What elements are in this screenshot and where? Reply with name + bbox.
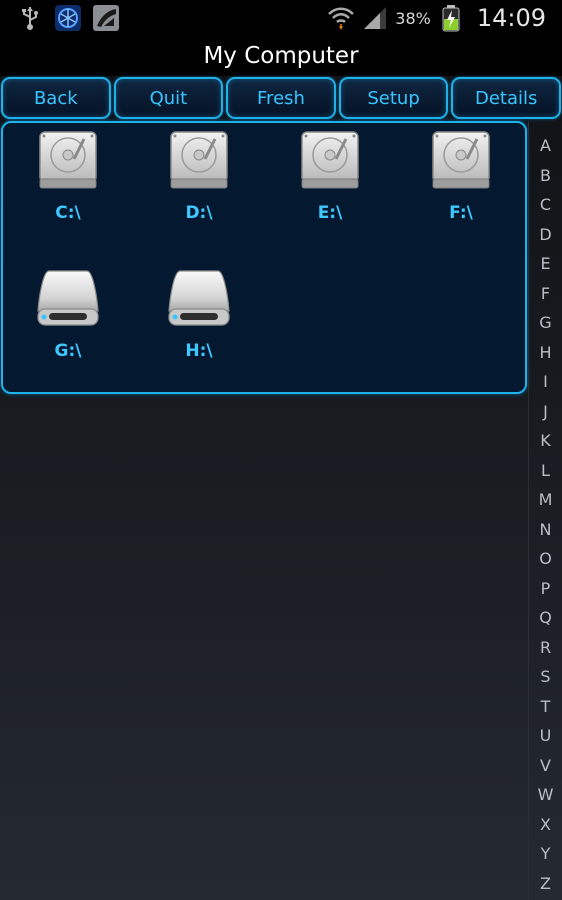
index-letter-z[interactable]: Z xyxy=(529,869,562,899)
index-letter-b[interactable]: B xyxy=(529,161,562,191)
details-button[interactable]: Details xyxy=(451,77,561,119)
removable-drive-icon xyxy=(35,267,101,335)
drive-panel: C:\ D:\ E:\ F:\ G:\ H:\ xyxy=(1,121,527,394)
alphabet-index: ABCDEFGHIJKLMNOPQRSTUVWXYZ xyxy=(528,121,562,900)
index-letter-j[interactable]: J xyxy=(529,397,562,427)
index-letter-d[interactable]: D xyxy=(529,220,562,250)
index-letter-y[interactable]: Y xyxy=(529,839,562,869)
index-letter-k[interactable]: K xyxy=(529,426,562,456)
index-letter-q[interactable]: Q xyxy=(529,603,562,633)
battery-percent: 38% xyxy=(395,8,431,28)
index-letter-g[interactable]: G xyxy=(529,308,562,338)
fresh-button[interactable]: Fresh xyxy=(226,77,336,119)
index-letter-v[interactable]: V xyxy=(529,751,562,781)
setup-button[interactable]: Setup xyxy=(338,77,449,119)
drive-c[interactable]: C:\ xyxy=(3,129,133,239)
index-letter-p[interactable]: P xyxy=(529,574,562,604)
removable-drive-icon xyxy=(166,267,232,335)
index-letter-s[interactable]: S xyxy=(529,662,562,692)
index-letter-n[interactable]: N xyxy=(529,515,562,545)
drive-d[interactable]: D:\ xyxy=(134,129,264,239)
drive-label: F:\ xyxy=(449,203,473,223)
index-letter-i[interactable]: I xyxy=(529,367,562,397)
title-bar: My Computer xyxy=(0,36,562,76)
drive-label: H:\ xyxy=(185,341,213,361)
app-notification-icon xyxy=(54,4,82,32)
drive-h[interactable]: H:\ xyxy=(134,267,264,377)
back-button[interactable]: Back xyxy=(1,77,111,119)
drive-label: D:\ xyxy=(185,203,213,223)
toolbar: Back Quit Fresh Setup Details xyxy=(0,77,562,120)
page-title: My Computer xyxy=(203,43,359,69)
drive-label: E:\ xyxy=(317,203,343,223)
drive-f[interactable]: F:\ xyxy=(396,129,526,239)
hard-disk-icon xyxy=(429,129,493,197)
drive-g[interactable]: G:\ xyxy=(3,267,133,377)
signal-icon xyxy=(361,4,389,32)
index-letter-u[interactable]: U xyxy=(529,721,562,751)
drive-label: G:\ xyxy=(54,341,82,361)
index-letter-r[interactable]: R xyxy=(529,633,562,663)
quit-button[interactable]: Quit xyxy=(113,77,224,119)
drive-label: C:\ xyxy=(55,203,81,223)
index-letter-x[interactable]: X xyxy=(529,810,562,840)
index-letter-h[interactable]: H xyxy=(529,338,562,368)
index-letter-m[interactable]: M xyxy=(529,485,562,515)
index-letter-w[interactable]: W xyxy=(529,780,562,810)
index-letter-a[interactable]: A xyxy=(529,131,562,161)
index-letter-l[interactable]: L xyxy=(529,456,562,486)
clock: 14:09 xyxy=(476,4,546,32)
sd-card-icon xyxy=(92,4,120,32)
hard-disk-icon xyxy=(298,129,362,197)
status-bar: 38% 14:09 xyxy=(0,0,562,36)
index-letter-f[interactable]: F xyxy=(529,279,562,309)
index-letter-o[interactable]: O xyxy=(529,544,562,574)
wifi-icon xyxy=(327,4,355,32)
index-letter-c[interactable]: C xyxy=(529,190,562,220)
battery-charging-icon xyxy=(437,4,465,32)
drive-e[interactable]: E:\ xyxy=(265,129,395,239)
index-letter-e[interactable]: E xyxy=(529,249,562,279)
hard-disk-icon xyxy=(167,129,231,197)
index-letter-t[interactable]: T xyxy=(529,692,562,722)
hard-disk-icon xyxy=(36,129,100,197)
usb-icon xyxy=(16,4,44,32)
